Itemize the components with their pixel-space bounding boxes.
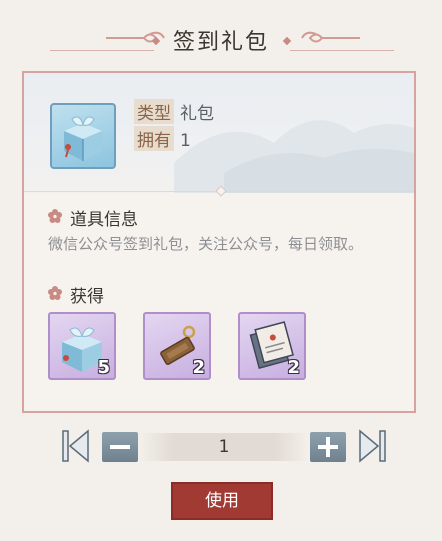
quantity-stepper: 1 <box>60 427 388 465</box>
quantity-input[interactable]: 1 <box>140 433 308 461</box>
dialog-title: 签到礼包 <box>172 30 269 55</box>
minus-icon <box>110 445 130 449</box>
reward-item-gift-box[interactable]: 5 <box>48 312 116 380</box>
dialog-title-bar: 签到礼包 <box>0 18 442 58</box>
item-detail-panel: 类型礼包 拥有 1 道具信息 微信公众号签到礼包，关注公众号，每日领取。 获得 <box>22 71 416 413</box>
cloud-ornament-right-icon <box>301 31 360 43</box>
item-type-value: 礼包 <box>180 104 214 124</box>
title-underline-left <box>50 50 154 51</box>
skip-to-max-icon[interactable] <box>356 427 388 465</box>
plus-icon-vertical <box>326 437 330 457</box>
item-type-label: 类型 <box>134 99 174 124</box>
rewards-heading: 获得 <box>70 287 104 307</box>
decrease-button[interactable] <box>102 432 138 462</box>
flower-bullet-icon <box>48 209 62 223</box>
title-underline-right <box>290 50 394 51</box>
reward-item-scroll-tickets[interactable]: 2 <box>238 312 306 380</box>
reward-count: 5 <box>97 357 110 378</box>
reward-count: 2 <box>287 357 300 378</box>
item-type-row: 类型 礼包 <box>134 99 214 124</box>
item-owned-value: 1 <box>180 131 191 151</box>
item-owned-label: 拥有 <box>134 126 174 151</box>
use-button[interactable]: 使用 <box>171 482 273 520</box>
skip-to-min-icon[interactable] <box>60 427 92 465</box>
reward-item-wooden-tag[interactable]: 2 <box>143 312 211 380</box>
gift-box-icon <box>50 103 116 169</box>
item-info-heading: 道具信息 <box>70 210 138 230</box>
reward-count: 2 <box>192 357 205 378</box>
increase-button[interactable] <box>310 432 346 462</box>
item-owned-row: 拥有 1 <box>134 126 191 151</box>
flower-bullet-icon <box>48 286 62 300</box>
item-header: 类型 礼包 拥有 1 <box>24 73 414 193</box>
item-description: 微信公众号签到礼包，关注公众号，每日领取。 <box>48 235 364 253</box>
